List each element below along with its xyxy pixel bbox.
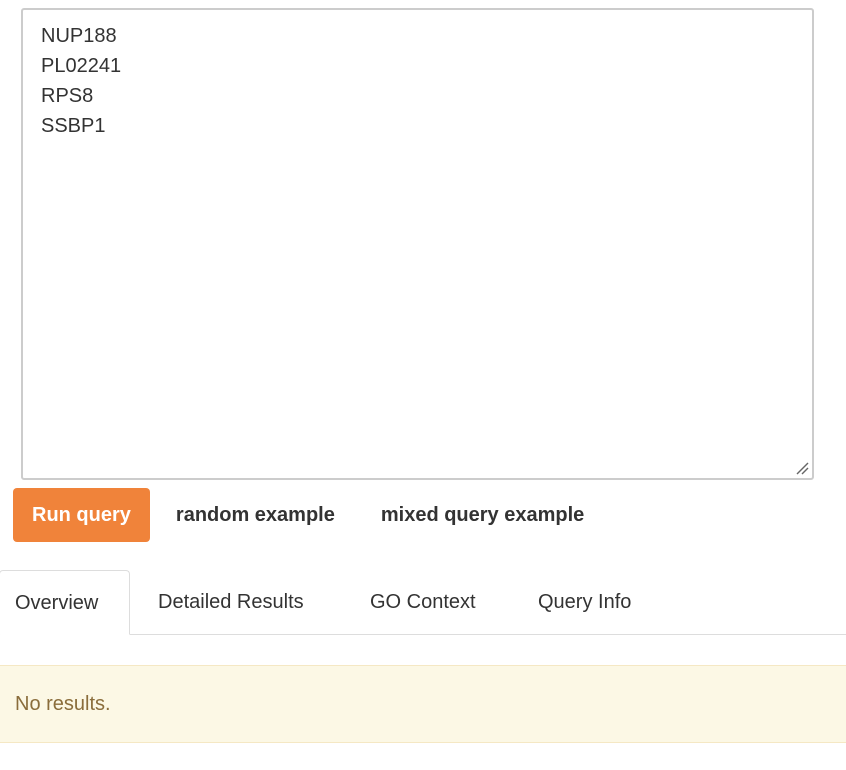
tab-go-context[interactable]: GO Context	[370, 570, 476, 634]
no-results-message: No results.	[15, 693, 111, 715]
query-line: PL02241	[41, 55, 122, 77]
tab-query-info[interactable]: Query Info	[538, 570, 631, 634]
results-tabs: Overview Detailed Results GO Context Que…	[0, 570, 846, 635]
query-line: RPS8	[41, 85, 94, 107]
query-text-content: NUP188 PL02241 RPS8 SSBP1	[41, 21, 121, 141]
query-line: NUP188	[41, 25, 117, 47]
run-query-button[interactable]: Run query	[13, 488, 150, 542]
query-line: SSBP1	[41, 115, 106, 137]
resize-grip-icon[interactable]	[795, 461, 809, 475]
tab-overview[interactable]: Overview	[0, 570, 130, 635]
tab-detailed-results[interactable]: Detailed Results	[158, 570, 304, 634]
query-actions: Run query random example mixed query exa…	[13, 488, 584, 542]
no-results-alert: No results.	[0, 665, 846, 743]
query-textarea[interactable]: NUP188 PL02241 RPS8 SSBP1	[21, 8, 814, 480]
random-example-link[interactable]: random example	[176, 504, 335, 527]
mixed-query-example-link[interactable]: mixed query example	[381, 504, 584, 527]
